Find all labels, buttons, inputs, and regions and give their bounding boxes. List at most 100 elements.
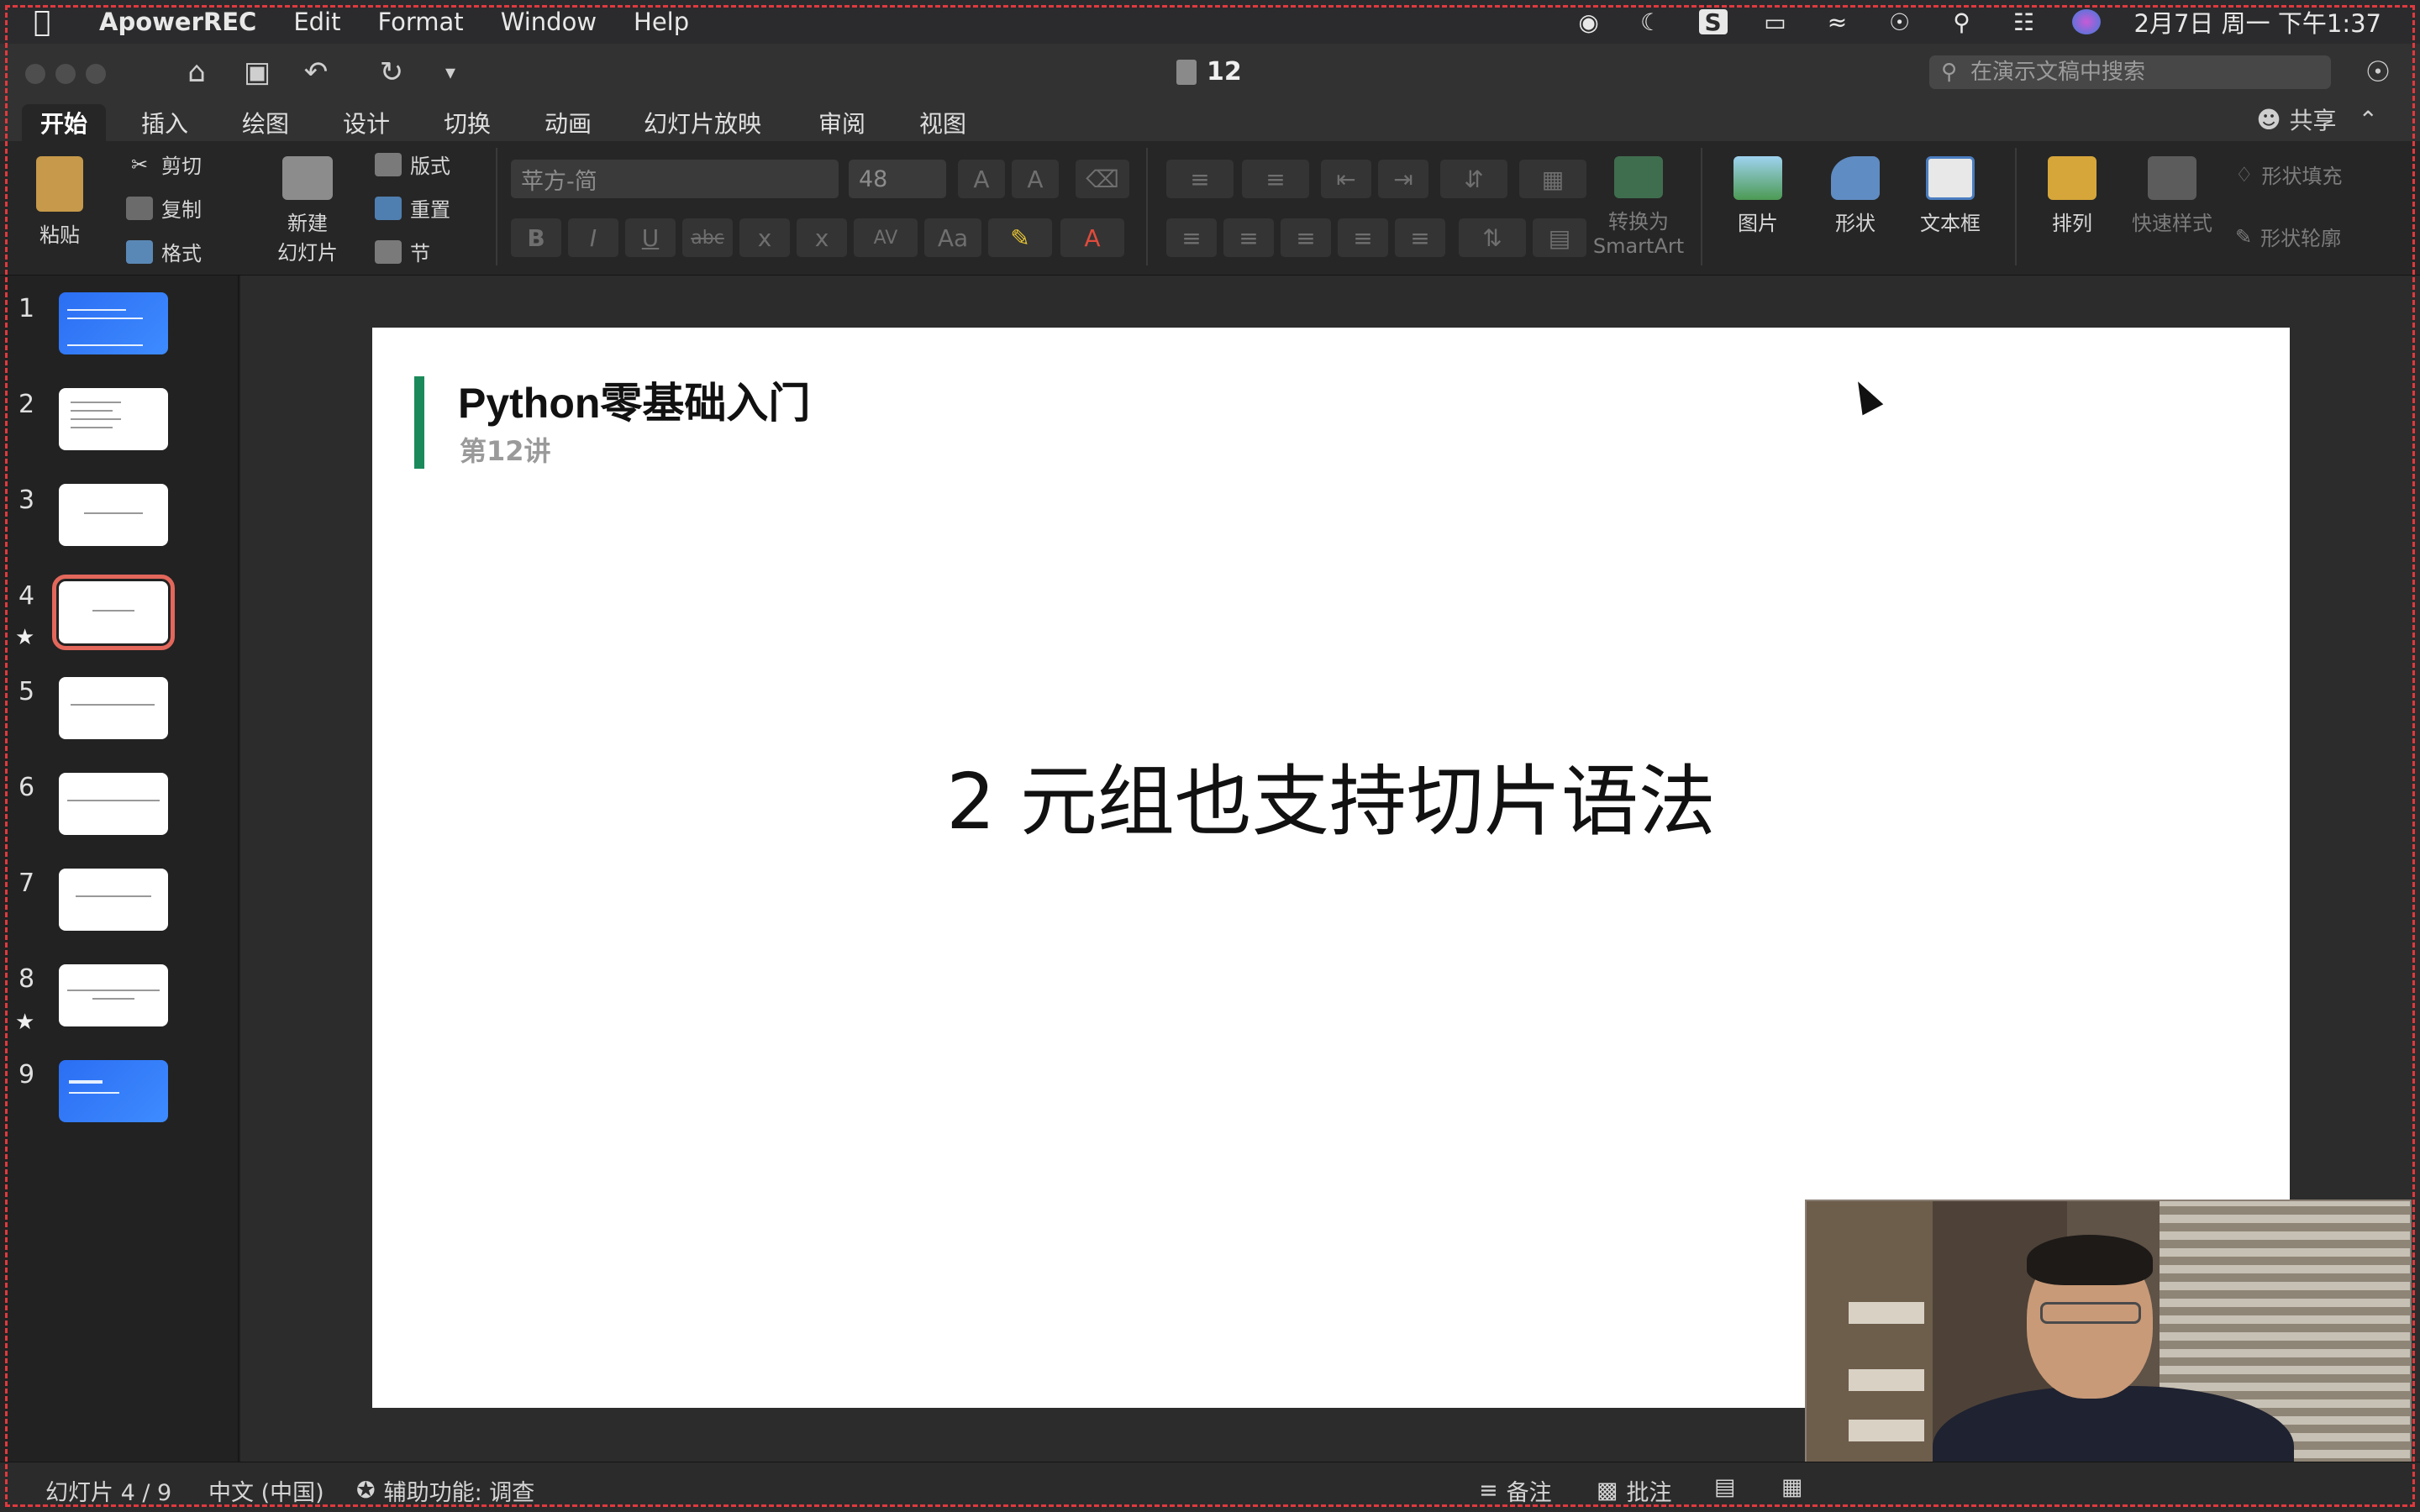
clear-format-button[interactable]: ⌫: [1076, 160, 1129, 198]
collapse-ribbon-icon[interactable]: ⌃: [2359, 106, 2378, 134]
slide-thumbnail-6[interactable]: [59, 773, 168, 835]
highlight-button[interactable]: ✎: [988, 218, 1052, 257]
slide-thumbnail-7[interactable]: [59, 869, 168, 931]
sorter-view-button[interactable]: ▦: [1781, 1474, 1803, 1500]
undo-icon[interactable]: ↶: [297, 54, 334, 91]
zoom-window-button[interactable]: [86, 64, 106, 84]
italic-button[interactable]: I: [568, 218, 618, 257]
home-icon[interactable]: ⌂: [178, 54, 215, 91]
slide-thumbnail-9[interactable]: [59, 1060, 168, 1122]
tab-home[interactable]: 开始: [22, 104, 107, 141]
paste-button[interactable]: 粘贴: [22, 156, 97, 248]
slide-thumbnail-1[interactable]: [59, 292, 168, 354]
record-icon[interactable]: ◉: [1575, 8, 1603, 36]
strikethrough-button[interactable]: abc: [682, 218, 733, 257]
font-color-button[interactable]: A: [1060, 218, 1124, 257]
bold-button[interactable]: B: [511, 218, 561, 257]
decrease-font-button[interactable]: A: [1012, 160, 1059, 198]
align-center-button[interactable]: ≡: [1223, 218, 1274, 257]
textbox-button[interactable]: 文本框: [1912, 156, 1988, 236]
normal-view-button[interactable]: ▤: [1714, 1474, 1736, 1500]
notes-button[interactable]: ≡ 备注: [1479, 1474, 1552, 1507]
new-slide-button[interactable]: 新建 幻灯片: [266, 156, 350, 265]
copy-button[interactable]: 复制: [126, 193, 202, 223]
clock[interactable]: 2月7日 周一 下午1:37: [2134, 4, 2381, 39]
subscript-button[interactable]: x: [739, 218, 790, 257]
app-menu[interactable]: ApowerREC: [99, 8, 256, 36]
save-icon[interactable]: ▣: [239, 54, 276, 91]
align-right-button[interactable]: ≡: [1281, 218, 1331, 257]
accessibility-button[interactable]: ✪ 辅助功能: 调查: [356, 1474, 534, 1507]
change-case-button[interactable]: Aa: [924, 218, 981, 257]
convert-smartart-button[interactable]: 转换为 SmartArt: [1588, 156, 1689, 258]
s-app-icon[interactable]: S: [1698, 8, 1728, 36]
font-name-select[interactable]: 苹方-简: [511, 160, 839, 198]
customize-toolbar-icon[interactable]: ▾: [432, 54, 469, 91]
slide-subtitle[interactable]: 第12讲: [460, 430, 551, 469]
control-center-icon[interactable]: ☷: [2010, 8, 2039, 36]
arrange-button[interactable]: 排列: [2037, 156, 2107, 236]
tab-design[interactable]: 设计: [324, 104, 408, 141]
minimize-window-button[interactable]: [55, 64, 76, 84]
slide-thumbnail-5[interactable]: [59, 677, 168, 739]
layout-button[interactable]: 版式: [375, 150, 450, 179]
apple-icon[interactable]: : [34, 5, 84, 39]
menu-help[interactable]: Help: [634, 8, 689, 36]
search-icon[interactable]: ⚲: [1948, 8, 1976, 36]
slide-thumbnail-2[interactable]: [59, 388, 168, 450]
moon-icon[interactable]: ☾: [1637, 8, 1665, 36]
redo-icon[interactable]: ↻: [373, 54, 410, 91]
close-window-button[interactable]: [25, 64, 45, 84]
cut-button[interactable]: ✂ 剪切: [126, 150, 202, 179]
align-left-button[interactable]: ≡: [1166, 218, 1217, 257]
tab-review[interactable]: 审阅: [800, 104, 884, 141]
menu-edit[interactable]: Edit: [293, 8, 340, 36]
distribute-button[interactable]: ≡: [1395, 218, 1445, 257]
justify-button[interactable]: ≡: [1338, 218, 1388, 257]
menu-window[interactable]: Window: [501, 8, 597, 36]
bullets-button[interactable]: ≡: [1166, 160, 1234, 198]
numbering-button[interactable]: ≡: [1242, 160, 1309, 198]
picture-button[interactable]: 图片: [1723, 156, 1793, 236]
user-icon[interactable]: ☉: [1886, 8, 1914, 36]
account-icon[interactable]: ☉: [2360, 54, 2396, 91]
tab-view[interactable]: 视图: [901, 104, 985, 141]
increase-font-button[interactable]: A: [958, 160, 1005, 198]
slide-thumbnail-3[interactable]: [59, 484, 168, 546]
share-button[interactable]: ☻ 共享 ⌃: [2256, 102, 2378, 136]
siri-icon[interactable]: [2071, 9, 2101, 34]
search-input[interactable]: [1970, 60, 2307, 85]
char-spacing-button[interactable]: AV: [854, 218, 918, 257]
text-direction-button[interactable]: ⇅: [1459, 218, 1526, 257]
menu-format[interactable]: Format: [377, 8, 463, 36]
columns-button[interactable]: ▦: [1519, 160, 1586, 198]
tab-slideshow[interactable]: 幻灯片放映: [625, 104, 780, 141]
tab-animations[interactable]: 动画: [526, 104, 610, 141]
slide-thumbnail-8[interactable]: [59, 964, 168, 1026]
font-size-select[interactable]: 48: [849, 160, 946, 198]
reset-button[interactable]: 重置: [375, 193, 450, 223]
slide-title[interactable]: Python零基础入门: [458, 370, 810, 430]
increase-indent-button[interactable]: ⇥: [1378, 160, 1428, 198]
comments-button[interactable]: ▩ 批注: [1597, 1474, 1672, 1507]
line-spacing-button[interactable]: ⇵: [1440, 160, 1507, 198]
underline-button[interactable]: U: [625, 218, 676, 257]
shape-fill-button[interactable]: ♢ 形状填充: [2235, 160, 2343, 189]
slide-body-text[interactable]: 2 元组也支持切片语法: [372, 739, 2290, 851]
tab-draw[interactable]: 绘图: [224, 104, 308, 141]
shape-button[interactable]: 形状: [1820, 156, 1891, 236]
tab-insert[interactable]: 插入: [123, 104, 207, 141]
align-text-button[interactable]: ▤: [1533, 218, 1586, 257]
wifi-icon[interactable]: ≈: [1823, 8, 1852, 36]
slide-thumbnail-4[interactable]: [52, 575, 175, 650]
decrease-indent-button[interactable]: ⇤: [1321, 160, 1371, 198]
language-indicator[interactable]: 中文 (中国): [208, 1474, 324, 1507]
search-box[interactable]: ⚲: [1929, 55, 2331, 89]
section-button[interactable]: 节: [375, 237, 430, 266]
shape-outline-button[interactable]: ✎ 形状轮廓: [2235, 222, 2341, 251]
battery-icon[interactable]: ▭: [1761, 8, 1790, 36]
tab-transitions[interactable]: 切换: [425, 104, 509, 141]
quick-styles-button[interactable]: 快速样式: [2126, 156, 2218, 236]
format-painter-button[interactable]: 格式: [126, 237, 202, 266]
superscript-button[interactable]: x: [797, 218, 847, 257]
